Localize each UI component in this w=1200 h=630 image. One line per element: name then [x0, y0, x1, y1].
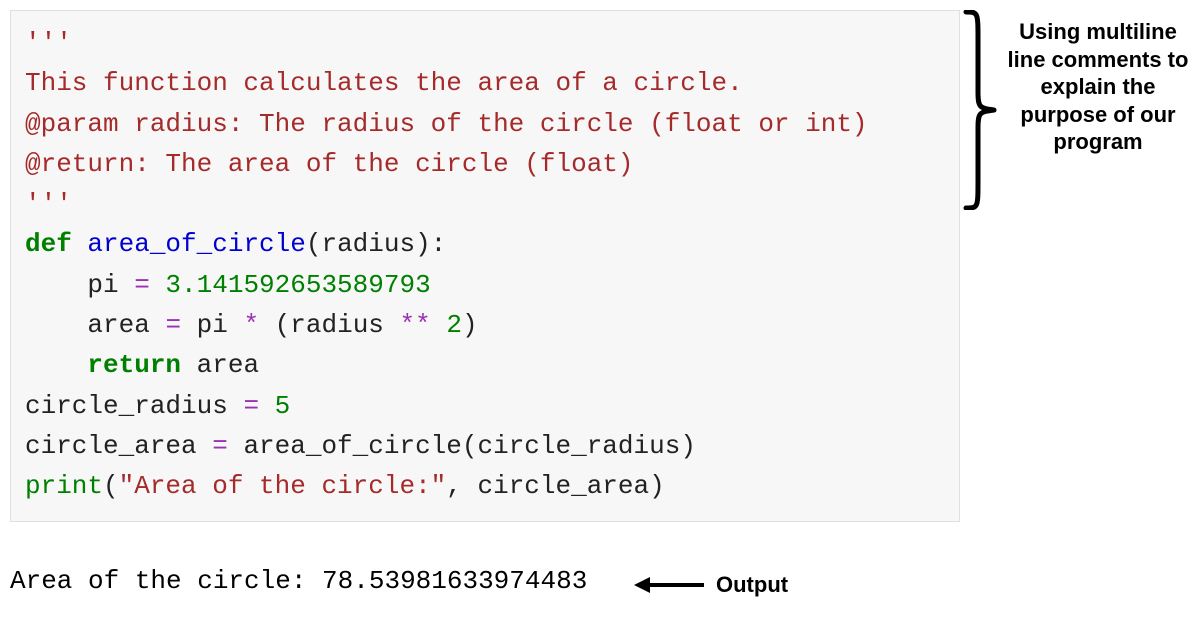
print-string: "Area of the circle:"	[119, 471, 447, 501]
equals-op-3: =	[243, 391, 259, 421]
pi-lhs: pi	[25, 270, 134, 300]
docstring-close: '''	[25, 184, 945, 224]
print-line: print("Area of the circle:", circle_area…	[25, 466, 945, 506]
docstring-open: '''	[25, 23, 945, 63]
output-label: Output	[716, 572, 788, 598]
pi-line: pi = 3.141592653589793	[25, 265, 945, 305]
area-line: area = pi * (radius ** 2)	[25, 305, 945, 345]
def-params: (radius):	[306, 229, 446, 259]
curly-brace-icon	[962, 10, 998, 210]
area-radius: (radius	[259, 310, 399, 340]
ca-lhs: circle_area	[25, 431, 212, 461]
close-paren: )	[462, 310, 478, 340]
cr-value: 5	[259, 391, 290, 421]
def-line: def area_of_circle(radius):	[25, 224, 945, 264]
star-op: *	[243, 310, 259, 340]
equals-op-2: =	[165, 310, 181, 340]
cr-lhs: circle_radius	[25, 391, 243, 421]
keyword-return: return	[87, 350, 181, 380]
arrow-left-icon	[634, 574, 706, 596]
pi-value: 3.141592653589793	[150, 270, 431, 300]
return-value: area	[181, 350, 259, 380]
program-output: Area of the circle: 78.53981633974483	[10, 566, 587, 596]
circle-area-line: circle_area = area_of_circle(circle_radi…	[25, 426, 945, 466]
area-lhs: area	[25, 310, 165, 340]
circle-radius-line: circle_radius = 5	[25, 386, 945, 426]
print-rest: , circle_area)	[446, 471, 664, 501]
print-builtin: print	[25, 471, 103, 501]
output-arrow-label: Output	[634, 572, 788, 598]
function-name: area_of_circle	[87, 229, 305, 259]
return-indent	[25, 350, 87, 380]
print-open: (	[103, 471, 119, 501]
return-line: return area	[25, 345, 945, 385]
equals-op: =	[134, 270, 150, 300]
docstring-line-2: @param radius: The radius of the circle …	[25, 104, 945, 144]
area-pi: pi	[181, 310, 243, 340]
exponent-2: 2	[431, 310, 462, 340]
annotation-multiline-comments: Using multiline line comments to explain…	[1000, 18, 1196, 156]
code-block: ''' This function calculates the area of…	[10, 10, 960, 522]
equals-op-4: =	[212, 431, 228, 461]
keyword-def: def	[25, 229, 72, 259]
power-op: **	[400, 310, 431, 340]
docstring-line-1: This function calculates the area of a c…	[25, 63, 945, 103]
ca-call: area_of_circle(circle_radius)	[228, 431, 696, 461]
docstring-line-3: @return: The area of the circle (float)	[25, 144, 945, 184]
